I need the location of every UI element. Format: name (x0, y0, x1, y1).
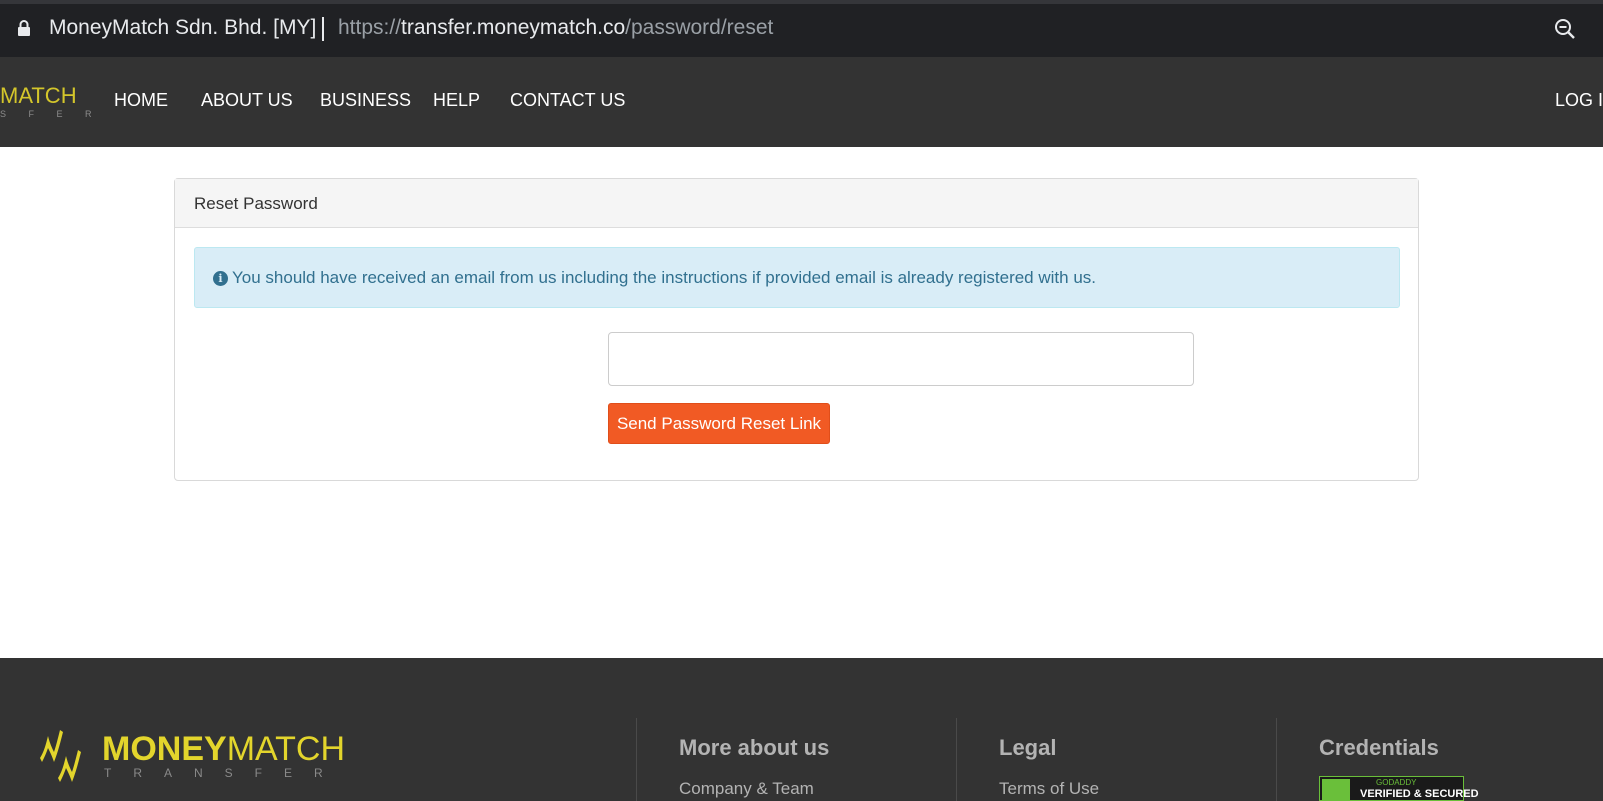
url-host: transfer.moneymatch.co (401, 16, 626, 39)
footer-divider (636, 718, 637, 801)
footer-col-title-legal: Legal (999, 735, 1057, 760)
nav-home[interactable]: HOME (114, 90, 168, 111)
site-footer: MONEYMATCH TRANSFER More about us Compan… (0, 658, 1603, 801)
footer-logo-sub: TRANSFER (104, 766, 345, 780)
nav-about-us[interactable]: ABOUT US (201, 90, 293, 111)
url-scheme: https:// (338, 16, 402, 39)
footer-link-company-team[interactable]: Company & Team (679, 779, 814, 799)
reset-password-panel: Reset Password i You should have received… (174, 178, 1419, 481)
nav-help[interactable]: HELP (433, 90, 480, 111)
zoom-out-icon[interactable] (1554, 18, 1576, 40)
nav-contact-us[interactable]: CONTACT US (510, 90, 625, 111)
badge-top-text: GODADDY (1376, 778, 1417, 787)
footer-divider (956, 718, 957, 801)
site-identity[interactable]: MoneyMatch Sdn. Bhd. [MY] (49, 16, 316, 40)
tab-strip (0, 0, 1603, 4)
lock-icon[interactable] (17, 19, 31, 37)
header-logo-sub: S F E R (0, 109, 102, 119)
footer-col-title-credentials: Credentials (1319, 735, 1439, 760)
browser-address-bar: MoneyMatch Sdn. Bhd. [MY] https://transf… (0, 0, 1603, 57)
url-path: /password/reset (625, 16, 774, 39)
footer-divider (1276, 718, 1277, 801)
badge-lock-icon (1322, 779, 1350, 800)
moneymatch-logo-icon (40, 730, 81, 782)
footer-col-title-more-about-us: More about us (679, 735, 830, 760)
header-logo[interactable]: MATCH (0, 83, 77, 109)
nav-login[interactable]: LOG IN (1555, 90, 1603, 111)
godaddy-verified-badge[interactable]: GODADDY VERIFIED & SECURED (1319, 776, 1479, 801)
footer-logo-text[interactable]: MONEYMATCH (102, 730, 345, 769)
site-navbar: MATCH S F E R HOME ABOUT US BUSINESS HEL… (0, 57, 1603, 147)
panel-heading: Reset Password (175, 179, 1418, 228)
footer-logo-light: MATCH (226, 730, 346, 768)
footer-logo-bold: MONEY (102, 730, 227, 768)
footer-link-terms-of-use[interactable]: Terms of Use (999, 779, 1099, 799)
info-icon: i (213, 271, 228, 286)
address-separator (322, 17, 324, 41)
alert-text: You should have received an email from u… (232, 268, 1096, 287)
info-alert: i You should have received an email from … (194, 247, 1400, 308)
send-reset-link-button[interactable]: Send Password Reset Link (608, 403, 830, 444)
nav-business[interactable]: BUSINESS (320, 90, 411, 111)
email-field[interactable] (608, 332, 1194, 386)
url-field[interactable]: https://transfer.moneymatch.co/password/… (338, 16, 773, 40)
badge-main-text: VERIFIED & SECURED (1360, 788, 1479, 800)
